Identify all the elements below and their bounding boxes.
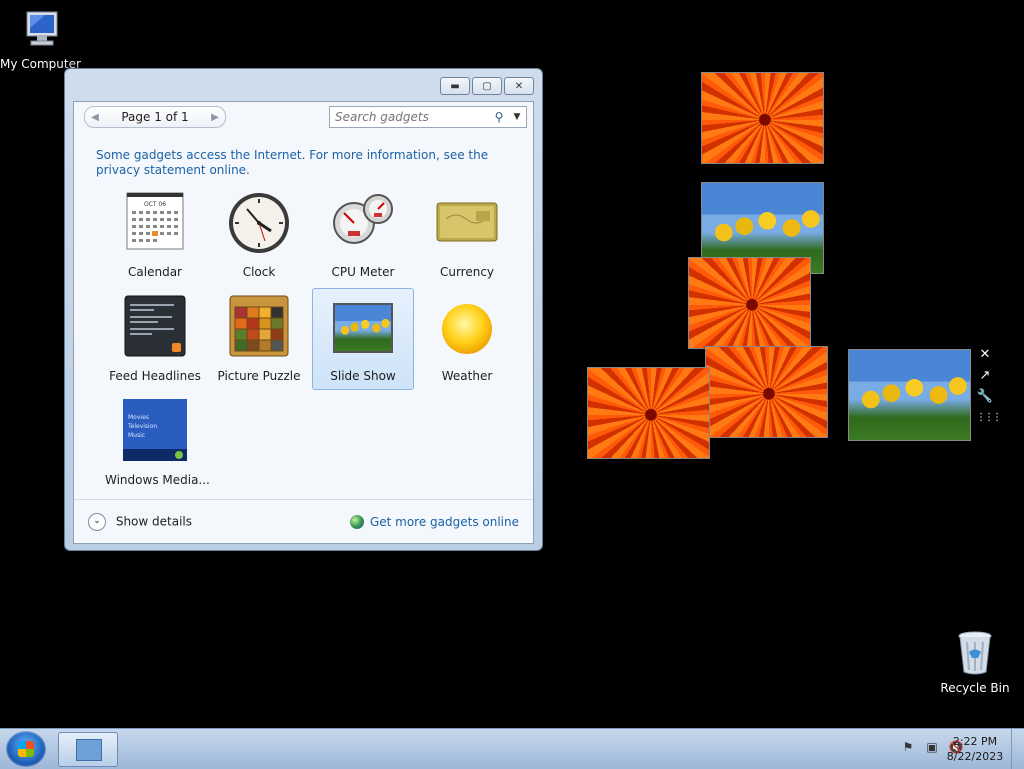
gadget-name: CPU Meter [331,265,395,279]
computer-icon [26,11,58,46]
gadget-name: Calendar [128,265,182,279]
gadget-name: Clock [242,265,276,279]
currency-icon [436,202,498,242]
taskbar-item-gadgets[interactable] [58,732,118,767]
page-navigator: ◀ Page 1 of 1 ▶ [84,106,226,128]
get-more-gadgets-link[interactable]: Get more gadgets online [349,514,519,529]
show-details-button[interactable]: ⌄ Show details [88,512,192,531]
caption-buttons: ▬ ▢ ✕ [438,77,534,95]
clock-time: 2:22 PM [952,735,998,748]
gadget-name: Picture Puzzle [217,369,301,383]
gadget-weather[interactable]: Weather [416,288,518,390]
desktop-slideshow-photo[interactable] [688,257,811,349]
search-box: ⚲ ▼ [329,106,527,128]
desktop-slideshow-photo[interactable] [705,346,828,438]
gadget-calendar[interactable]: OCT 06 Calendar [104,184,206,286]
dropdown-arrow-icon[interactable]: ▼ [508,112,526,122]
get-more-label: Get more gadgets online [369,514,519,529]
minimize-button[interactable]: ▬ [440,77,470,95]
gallery-footer: ⌄ Show details Get more gadgets online [74,499,533,543]
gallery-client-area: ◀ Page 1 of 1 ▶ ⚲ ▼ Some gadgets access … [73,101,534,544]
gadget-currency[interactable]: Currency [416,184,518,286]
options-wrench-icon[interactable]: 🔧 [976,388,994,406]
calendar-month: OCT 06 [144,201,166,208]
calendar-icon: OCT 06 [126,192,184,250]
privacy-info-link[interactable]: Some gadgets access the Internet. For mo… [96,148,506,178]
puzzle-icon [229,295,289,357]
maximize-button[interactable]: ▢ [472,77,502,95]
slideshow-gadget[interactable] [848,349,971,441]
gadget-name: Windows Media... [105,473,210,487]
feed-icon [124,295,186,357]
gadget-name: Feed Headlines [109,369,201,383]
gadget-name: Weather [441,369,493,383]
globe-icon [349,514,364,529]
media-menu-item: Movies [128,414,149,421]
gadget-name: Slide Show [330,369,396,383]
drag-handle-icon[interactable]: ⋮⋮⋮ [976,409,1002,427]
media-menu-item: Television [127,423,157,430]
show-desktop-button[interactable] [1011,729,1024,769]
next-page-icon[interactable]: ▶ [205,112,225,123]
close-button[interactable]: ✕ [504,77,534,95]
desktop-icon-my-computer[interactable]: My Computer [0,10,81,71]
gadget-gallery-window: ▬ ▢ ✕ ◀ Page 1 of 1 ▶ ⚲ ▼ Some gadgets a… [64,68,543,551]
larger-size-icon[interactable]: ↗ [976,367,994,385]
maximize-icon: ▢ [482,80,492,92]
slideshow-icon [333,303,393,353]
desktop-icon-label: Recycle Bin [940,681,1010,695]
minimize-icon: ▬ [450,80,460,92]
close-icon: ✕ [514,80,524,92]
action-center-flag-icon[interactable]: ⚑ [900,739,916,755]
search-input[interactable] [330,109,490,125]
gadget-feed-headlines[interactable]: Feed Headlines [104,288,206,390]
recycle-bin-icon [958,631,992,675]
cpu-meter-icon [333,194,393,244]
gadget-windows-media-center[interactable]: Movies Television Music Windows Media... [104,392,210,494]
previous-page-icon[interactable]: ◀ [85,112,105,123]
chevron-down-icon: ⌄ [88,512,106,531]
clock[interactable]: 2:22 PM 8/22/2023 [940,734,1010,764]
desktop-slideshow-photo[interactable] [587,367,710,459]
clock-icon [229,193,289,253]
search-icon[interactable]: ⚲ [490,110,508,124]
media-menu-item: Music [128,432,145,439]
start-button[interactable] [6,731,46,767]
close-icon[interactable]: ✕ [976,346,994,364]
network-icon[interactable]: ▣ [924,739,940,755]
gadget-picture-puzzle[interactable]: Picture Puzzle [208,288,310,390]
clock-date: 8/22/2023 [946,750,1004,763]
gadgets-app-icon [76,739,102,761]
gadget-slide-show[interactable]: Slide Show [312,288,414,390]
gadget-toolbar: ✕ ↗ 🔧 ⋮⋮⋮ [976,346,1002,430]
desktop-icon-recycle-bin[interactable]: Recycle Bin [935,630,1015,695]
page-label: Page 1 of 1 [121,110,189,124]
taskbar: ⚑ ▣ 🔇 2:22 PM 8/22/2023 [0,728,1024,769]
gadget-clock[interactable]: Clock [208,184,310,286]
media-center-icon: Movies Television Music [123,399,187,461]
gadget-cpu-meter[interactable]: CPU Meter [312,184,414,286]
weather-icon [442,304,492,354]
gadget-name: Currency [439,265,495,279]
desktop-slideshow-photo[interactable] [701,72,824,164]
show-details-label: Show details [115,514,192,528]
